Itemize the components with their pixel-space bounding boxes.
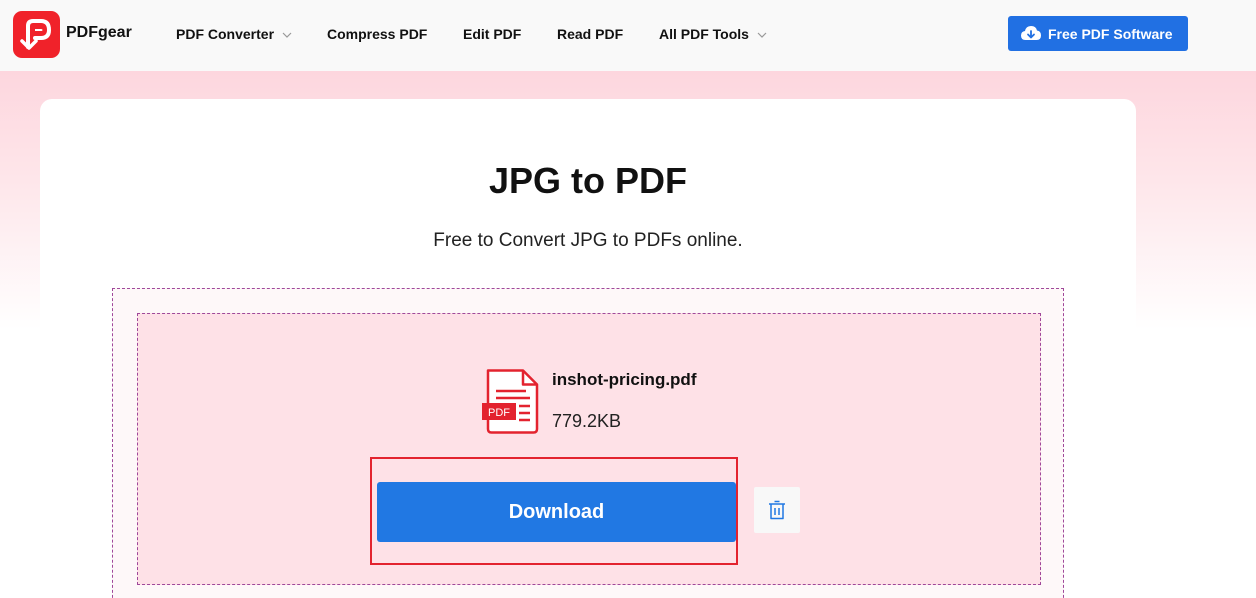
- nav-pdf-converter-label: PDF Converter: [176, 26, 275, 42]
- chevron-down-icon: [282, 25, 292, 41]
- page-subtitle: Free to Convert JPG to PDFs online.: [433, 230, 743, 251]
- pdf-file-icon: PDF: [482, 369, 540, 440]
- pdf-badge-label: PDF: [488, 407, 510, 419]
- nav-read-pdf-label: Read PDF: [557, 26, 624, 42]
- nav-compress-pdf-label: Compress PDF: [327, 26, 428, 42]
- free-pdf-software-label: Free PDF Software: [1048, 26, 1173, 42]
- delete-file-button[interactable]: [754, 487, 800, 533]
- nav-read-pdf[interactable]: Read PDF: [557, 26, 623, 42]
- pdfgear-logo-icon[interactable]: [13, 11, 60, 58]
- chevron-down-icon: [757, 25, 767, 41]
- nav-edit-pdf-label: Edit PDF: [463, 26, 522, 42]
- file-size: 779.2KB: [552, 411, 622, 431]
- nav-all-pdf-tools[interactable]: All PDF Tools: [659, 26, 767, 43]
- file-name: inshot-pricing.pdf: [552, 370, 697, 389]
- download-button[interactable]: Download: [377, 482, 736, 542]
- nav-all-pdf-tools-label: All PDF Tools: [659, 26, 749, 42]
- trash-icon: [769, 500, 785, 520]
- free-pdf-software-button[interactable]: Free PDF Software: [1008, 16, 1188, 51]
- top-navbar: PDFgear PDF Converter Compress PDF Edit …: [0, 0, 1256, 71]
- page-title: JPG to PDF: [488, 160, 688, 201]
- brand-name[interactable]: PDFgear: [66, 24, 132, 42]
- nav-compress-pdf[interactable]: Compress PDF: [327, 26, 427, 42]
- nav-edit-pdf[interactable]: Edit PDF: [463, 26, 521, 42]
- nav-pdf-converter[interactable]: PDF Converter: [176, 26, 292, 43]
- cloud-download-icon: [1020, 24, 1042, 44]
